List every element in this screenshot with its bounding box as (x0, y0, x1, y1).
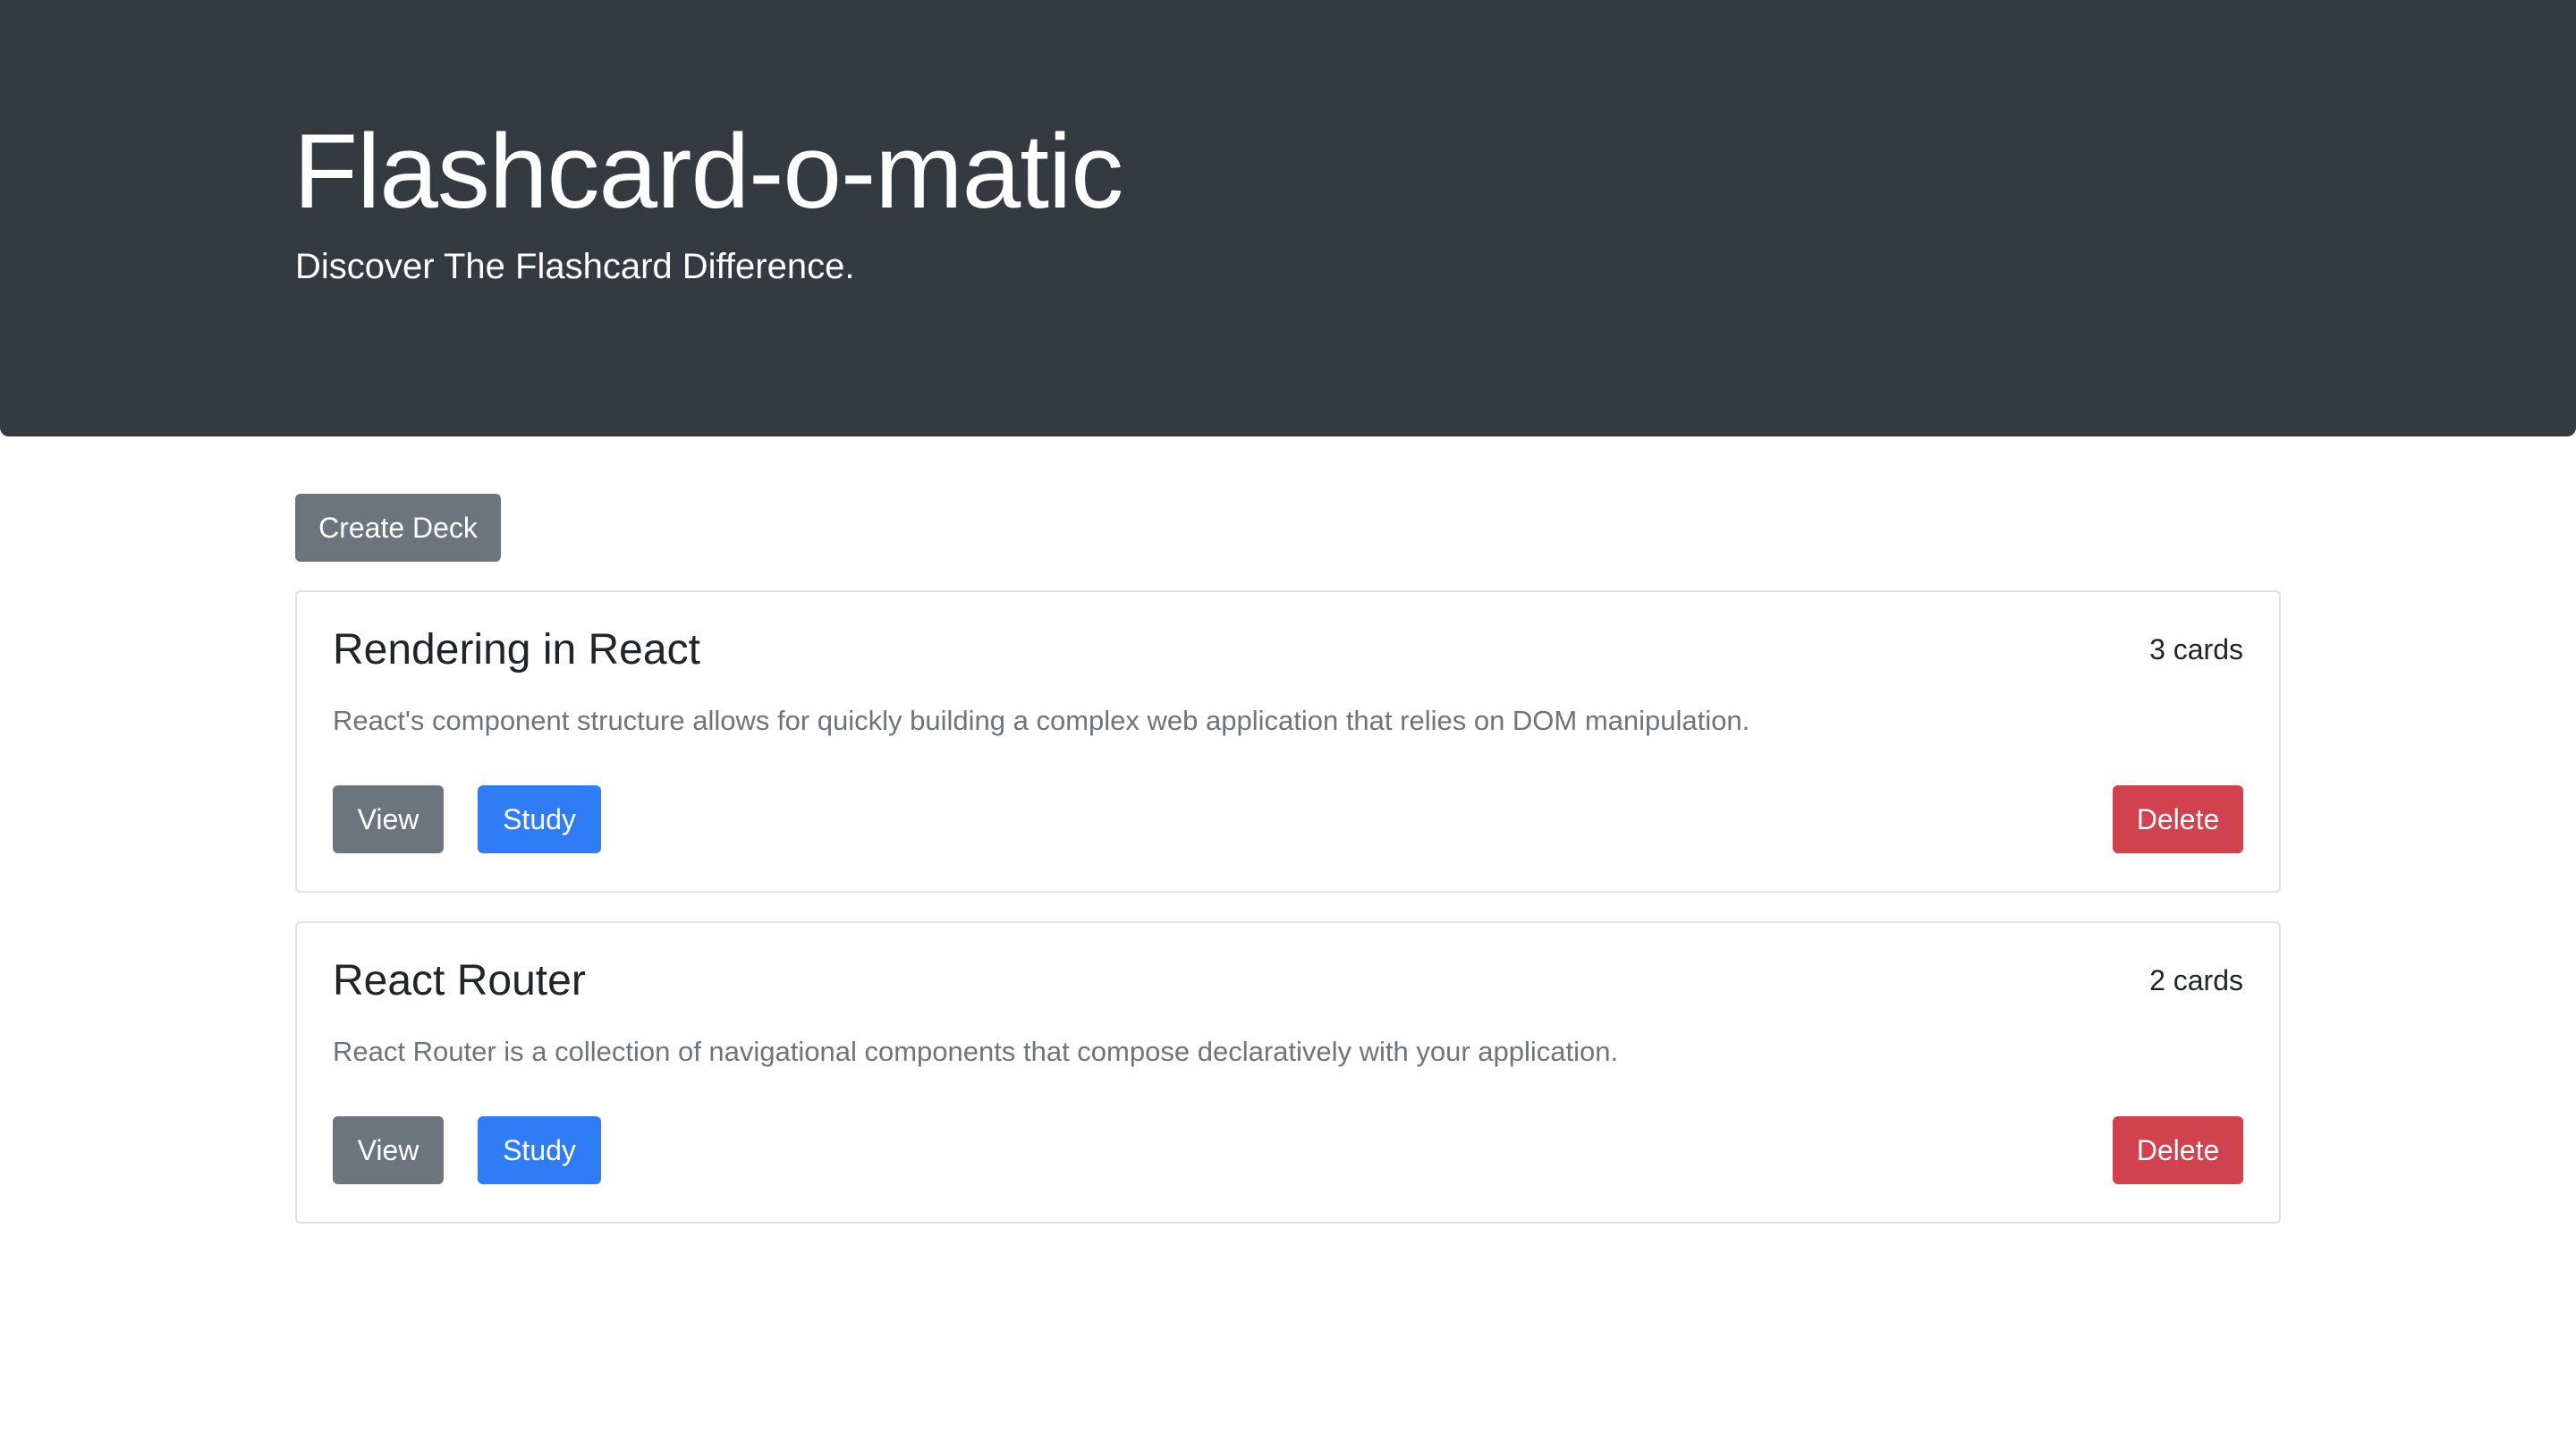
create-deck-button[interactable]: Create Deck (295, 494, 501, 562)
app-title: Flashcard-o-matic (293, 113, 1123, 231)
deck-card: React Router 2 cards React Router is a c… (295, 921, 2281, 1224)
view-deck-button[interactable]: View (333, 1116, 444, 1184)
deck-card-count: 3 cards (2149, 633, 2243, 665)
deck-title: React Router (333, 957, 586, 1004)
header-banner: Flashcard-o-matic Discover The Flashcard… (0, 0, 2576, 436)
deck-card: Rendering in React 3 cards React's compo… (295, 590, 2281, 893)
app-subtitle: Discover The Flashcard Difference. (295, 247, 855, 286)
deck-title: Rendering in React (333, 626, 700, 674)
deck-description: React's component structure allows for q… (333, 705, 1750, 736)
study-deck-button[interactable]: Study (478, 785, 601, 853)
view-deck-button[interactable]: View (333, 785, 444, 853)
delete-deck-button[interactable]: Delete (2113, 1116, 2243, 1184)
delete-deck-button[interactable]: Delete (2113, 785, 2243, 853)
deck-card-count: 2 cards (2149, 964, 2243, 996)
deck-description: React Router is a collection of navigati… (333, 1036, 1619, 1067)
study-deck-button[interactable]: Study (478, 1116, 601, 1184)
